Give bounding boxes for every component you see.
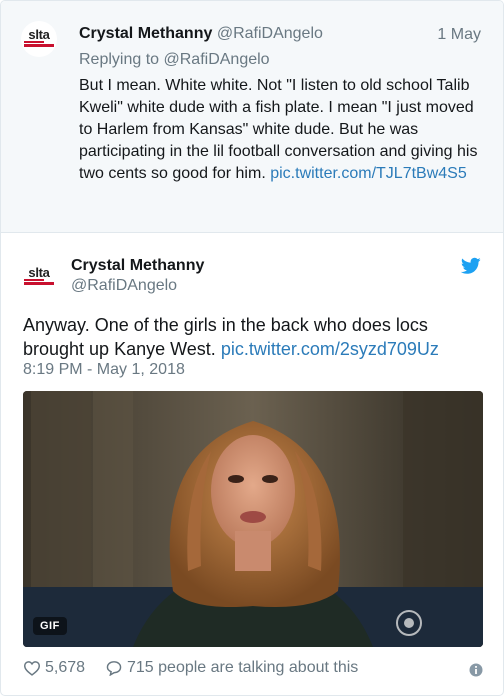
tweet-timestamp[interactable]: 8:19 PM - May 1, 2018: [23, 361, 185, 379]
parent-date[interactable]: 1 May: [437, 26, 481, 44]
main-author-handle[interactable]: @RafiDAngelo: [71, 277, 177, 295]
avatar-logo-underline: [24, 44, 54, 47]
gif-badge: GIF: [33, 617, 67, 635]
talking-count: 715 people are talking about this: [127, 659, 359, 676]
main-tweet-link[interactable]: pic.twitter.com/2syzd709Uz: [221, 339, 439, 359]
parent-author-line: Crystal Methanny @RafiDAngelo: [79, 25, 323, 43]
parent-tweet[interactable]: slta Crystal Methanny @RafiDAngelo 1 May…: [1, 1, 503, 233]
like-action[interactable]: 5,678: [23, 659, 85, 677]
heart-icon: [23, 661, 41, 676]
comment-icon: [106, 661, 122, 676]
parent-author-name[interactable]: Crystal Methanny: [79, 25, 212, 42]
avatar-logo-underline: [24, 282, 54, 285]
tweet-footer: 5,678 715 people are talking about this: [23, 659, 483, 683]
avatar-logo-text: slta: [28, 27, 50, 42]
parent-tweet-link[interactable]: pic.twitter.com/TJL7tBw4S5: [270, 165, 467, 182]
conversation-action[interactable]: 715 people are talking about this: [105, 659, 358, 677]
avatar-logo-stripe: [24, 279, 44, 281]
main-tweet-text: Anyway. One of the girls in the back who…: [23, 313, 483, 361]
twitter-bird-icon[interactable]: [461, 257, 481, 275]
parent-avatar[interactable]: slta: [21, 21, 57, 57]
gif-still-image: [23, 391, 483, 647]
info-icon[interactable]: [469, 663, 483, 677]
replying-to[interactable]: Replying to @RafiDAngelo: [79, 51, 270, 69]
embedded-tweet-card: slta Crystal Methanny @RafiDAngelo 1 May…: [0, 0, 504, 696]
parent-author-handle[interactable]: @RafiDAngelo: [217, 25, 323, 42]
avatar-logo-stripe: [24, 41, 44, 43]
avatar-logo-text: slta: [28, 265, 50, 280]
parent-tweet-text: But I mean. White white. Not "I listen t…: [79, 75, 489, 185]
like-count: 5,678: [45, 659, 86, 676]
gif-media[interactable]: GIF: [23, 391, 483, 647]
main-avatar[interactable]: slta: [21, 259, 57, 295]
main-author-name[interactable]: Crystal Methanny: [71, 257, 204, 275]
